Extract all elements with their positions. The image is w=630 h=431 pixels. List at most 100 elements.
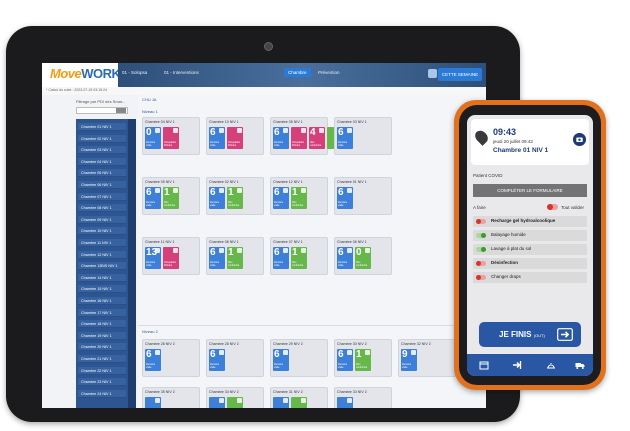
status-tile[interactable]: Occupation DirCare (291, 127, 307, 149)
room-card[interactable]: Chambre 10 NIV 1 6 Dernière visite Occupati… (206, 117, 264, 155)
nav-item-prevention[interactable]: Prévention (318, 70, 340, 75)
room-card[interactable]: Chambre 03 NIV 1 6 Dernière visite (334, 117, 392, 155)
sidebar-item-room[interactable]: Chambre 16 NIV 1 (78, 297, 126, 305)
sidebar-item-room[interactable]: Chambre 01 NIV 1 (78, 123, 126, 131)
cart-icon[interactable] (428, 69, 437, 78)
room-card[interactable]: Chambre 31 NIV 2 (270, 387, 328, 408)
room-card[interactable]: Chambre 33 NIV 2 (334, 387, 392, 408)
sidebar-item-room[interactable]: Chambre 22 NIV 1 (78, 366, 126, 375)
status-tile[interactable] (227, 397, 243, 408)
task-row[interactable]: Lavage à plat du sol (473, 244, 587, 255)
truck-icon[interactable] (575, 360, 585, 370)
task-row[interactable]: Changer draps (473, 272, 587, 283)
status-tile[interactable]: 6 Dernière visite (209, 187, 225, 209)
status-tile[interactable]: 6 Dernière visite (273, 247, 289, 269)
room-card[interactable]: Chambre 32 NIV 2 9 Dernière visite (398, 339, 456, 377)
nav-item-solopsa[interactable]: 01 - Solopsa (122, 70, 147, 75)
room-card[interactable]: Chambre 08 NIV 1 6 Dernière visite 1 Non con… (206, 237, 264, 275)
task-row[interactable]: Recharge gel hydroalcoolique (473, 216, 587, 227)
status-tile[interactable]: 1 Non conformité (291, 187, 307, 209)
task-row[interactable]: Désinfection (473, 258, 587, 269)
status-tile[interactable] (273, 397, 289, 408)
status-tile[interactable]: 6 Dernière visite (337, 247, 353, 269)
complete-form-button[interactable]: COMPLÉTER LE FORMULAIRE (473, 184, 587, 197)
status-tile[interactable]: 0 Non conformité (355, 247, 371, 269)
bell-service-icon[interactable] (546, 360, 556, 370)
status-tile[interactable]: 6 Dernière visite (209, 247, 225, 269)
exit-icon[interactable] (512, 360, 522, 370)
status-tile[interactable]: Occupation DirCare (163, 247, 179, 269)
status-tile[interactable]: 1 Non conformité (227, 187, 243, 209)
status-tile[interactable]: 6 Dernière visite (273, 349, 289, 371)
nav-item-chambre[interactable]: Chambre (284, 68, 311, 77)
status-tile[interactable]: 4 Non conformité (309, 127, 325, 149)
room-card[interactable]: Chambre 28 NIV 2 6 Dernière visite (206, 339, 264, 377)
task-toggle[interactable] (476, 219, 486, 224)
task-toggle[interactable] (476, 261, 486, 266)
room-card[interactable]: Chambre 35 NIV 2 (142, 387, 200, 408)
room-card[interactable]: Chambre 05 NIV 1 6 Dernière visite Occupati… (270, 117, 343, 155)
filter-button[interactable] (116, 108, 126, 113)
sidebar-item-room[interactable]: Chambre 20 NIV 1 (78, 343, 126, 352)
sidebar-item-room[interactable]: Chambre 07 NIV 1 (78, 192, 126, 201)
room-card[interactable]: Chambre 01 NIV 1 6 Dernière visite (334, 177, 392, 215)
sidebar-item-room[interactable]: Chambre 21 NIV 1 (78, 355, 126, 363)
room-card[interactable]: Chambre 11 NIV 1 13 Dernière visite Occupat… (142, 237, 200, 275)
status-tile[interactable]: 6 Dernière visite (145, 349, 161, 371)
status-tile[interactable] (291, 397, 307, 408)
task-toggle[interactable] (476, 275, 486, 280)
room-card[interactable]: Chambre 04 NIV 1 0 Dernière visite Occupati… (142, 117, 200, 155)
task-toggle[interactable] (476, 233, 486, 238)
room-card[interactable]: Chambre 29 NIV 2 6 Dernière visite (270, 339, 328, 377)
status-tile[interactable]: Occupation DirCare (227, 127, 243, 149)
calendar-icon[interactable] (479, 360, 489, 370)
sidebar-item-room[interactable]: Chambre 05 NIV 1 (78, 169, 126, 178)
sidebar-item-room[interactable]: Chambre 17 NIV 1 (78, 308, 126, 317)
sidebar-item-room[interactable]: Chambre 02 NIV 1 (78, 134, 126, 143)
sidebar-item-room[interactable]: Chambre 19 NIV 1 (78, 331, 126, 340)
status-tile[interactable] (337, 397, 353, 408)
room-card[interactable]: Chambre 07 NIV 1 6 Dernière visite 1 Non con… (270, 237, 328, 275)
sidebar-item-room[interactable]: Chambre 06 NIV 1 (78, 181, 126, 189)
status-tile[interactable]: 1 Non conformité (227, 247, 243, 269)
week-button[interactable]: CETTE SEMAINE (438, 68, 482, 81)
room-card[interactable]: Chambre 30 NIV 2 6 Dernière visite 1 Non con… (334, 339, 392, 377)
sidebar-item-room[interactable]: Chambre 23 NIV 1 (78, 378, 126, 387)
room-card[interactable]: Chambre 26 NIV 2 6 Dernière visite (142, 339, 200, 377)
status-tile[interactable] (209, 397, 225, 408)
sidebar-item-room[interactable]: Chambre 04 NIV 1 (78, 157, 126, 166)
room-card[interactable]: Chambre 02 NIV 1 6 Dernière visite 1 Non con… (206, 177, 264, 215)
status-tile[interactable]: 6 Dernière visite (337, 187, 353, 209)
camera-icon[interactable] (573, 133, 586, 146)
breadcrumb[interactable]: CHU JA (142, 97, 156, 102)
nav-item-interventions[interactable]: 01 - Interventions (164, 70, 199, 75)
status-tile[interactable]: 13 Dernière visite (145, 247, 161, 269)
sidebar-item-room[interactable]: Chambre 15 NIV 1 (78, 285, 126, 294)
room-card[interactable]: Chambre 34 NIV 2 (206, 387, 264, 408)
sidebar-item-room[interactable]: Chambre 09 NIV 1 (78, 215, 126, 224)
task-toggle[interactable] (476, 247, 486, 252)
sidebar-item-room[interactable]: Chambre 08 NIV 1 (78, 204, 126, 213)
status-tile[interactable]: 6 Dernière visite (145, 187, 161, 209)
status-tile[interactable]: Occupation DirCare (163, 127, 179, 149)
sidebar-item-room[interactable]: Chambre 10 NIV 1 (78, 227, 126, 236)
status-tile[interactable]: 6 Dernière visite (337, 127, 353, 149)
sidebar-item-room[interactable]: Chambre 11 NIV 1 (78, 239, 126, 247)
status-tile[interactable] (145, 397, 161, 408)
status-tile[interactable]: 9 Dernière visite (401, 349, 417, 371)
status-tile[interactable]: 6 Dernière visite (273, 127, 289, 149)
sidebar-item-room[interactable]: Chambre 18 NIV 1 (78, 320, 126, 329)
task-row[interactable]: Balayage humide (473, 230, 587, 241)
status-tile[interactable]: 6 Dernière visite (209, 349, 225, 371)
room-card[interactable]: Chambre 06 NIV 1 6 Dernière visite 0 Non con… (334, 237, 392, 275)
room-card[interactable]: Chambre 12 NIV 1 6 Dernière visite 1 Non con… (270, 177, 328, 215)
finish-button[interactable]: JE FINIS (OUT) (479, 322, 581, 347)
sidebar-item-room[interactable]: Chambre 12 NIV 1 (78, 250, 126, 259)
validate-all-toggle[interactable] (547, 204, 558, 210)
room-card[interactable]: Chambre 05 NIV 1 6 Dernière visite 1 Non con… (142, 177, 200, 215)
status-tile[interactable]: 0 Dernière visite (145, 127, 161, 149)
sidebar-item-room[interactable]: Chambre 03 NIV 1 (78, 146, 126, 155)
status-tile[interactable]: 6 Dernière visite (209, 127, 225, 149)
status-tile[interactable]: 1 Non conformité (355, 349, 371, 371)
sidebar-item-room[interactable]: Chambre 14 NIV 1 (78, 273, 126, 282)
